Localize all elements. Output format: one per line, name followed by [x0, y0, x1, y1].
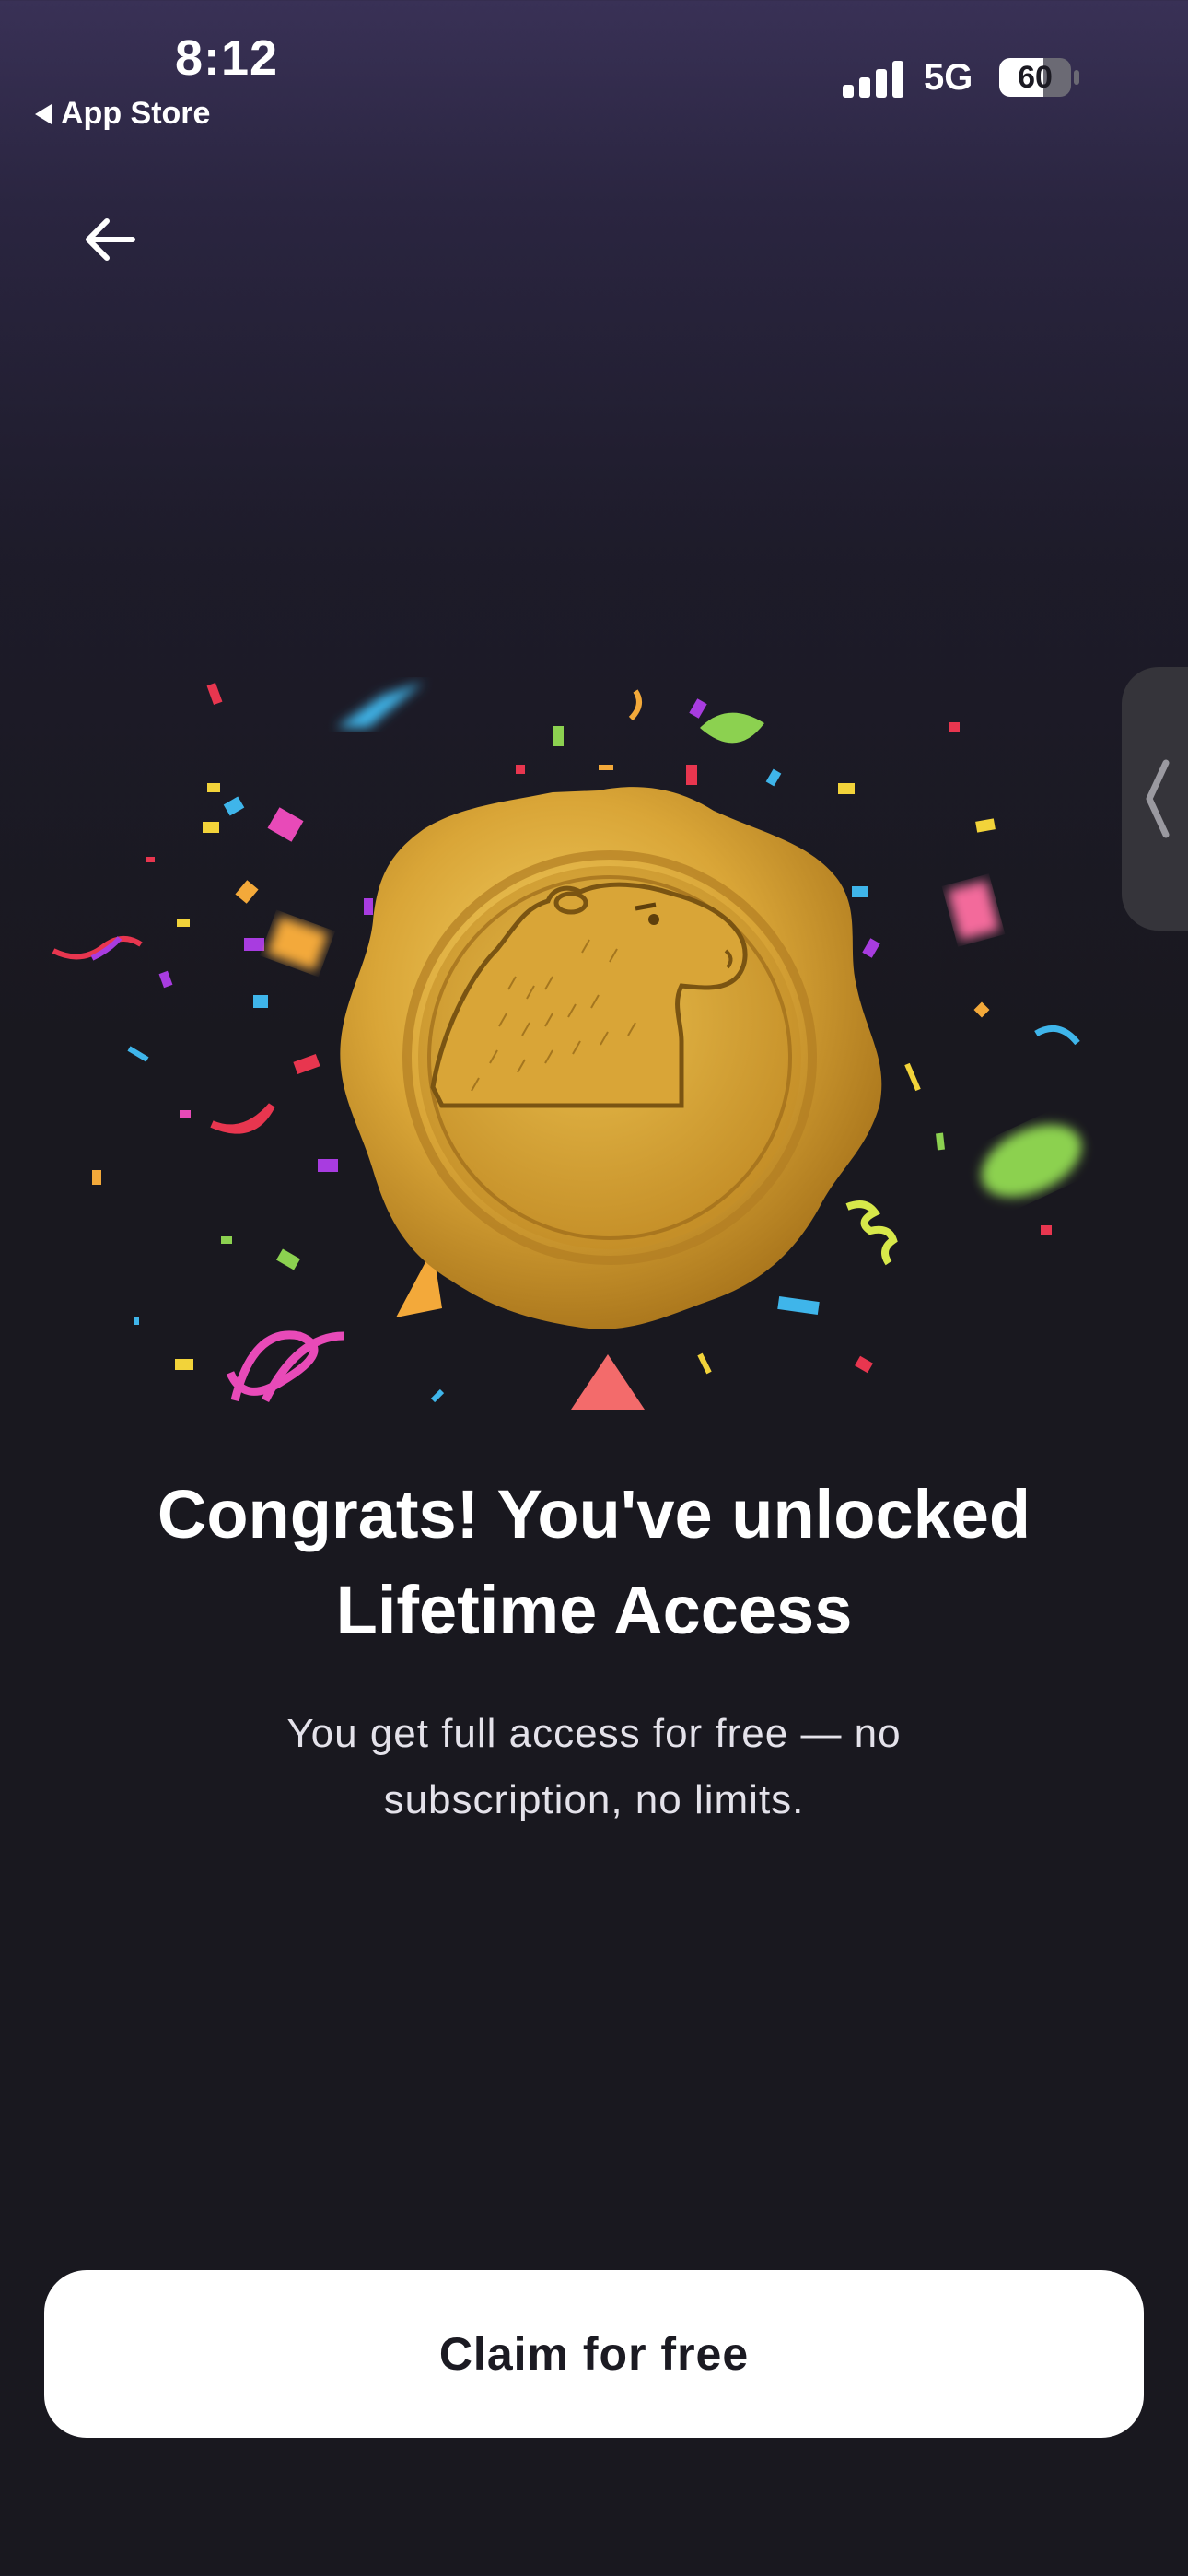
battery-level: 60: [1018, 60, 1053, 95]
status-bar: 8:12 App Store 5G 60: [0, 0, 1188, 147]
back-to-app-store-link[interactable]: App Store: [35, 96, 210, 132]
subtitle-line-1: You get full access for free — no: [286, 1711, 902, 1756]
claim-for-free-button[interactable]: Claim for free: [44, 2270, 1144, 2438]
title-line-2: Lifetime Access: [335, 1572, 853, 1648]
congrats-title: Congrats! You've unlocked Lifetime Acces…: [0, 1467, 1188, 1658]
network-type: 5G: [924, 57, 973, 98]
back-arrow-button[interactable]: [77, 206, 144, 273]
lifetime-badge-illustration: [52, 682, 1082, 1410]
back-to-app-label: App Store: [61, 96, 211, 131]
congrats-subtitle: You get full access for free — no subscr…: [0, 1701, 1188, 1833]
status-time: 8:12: [175, 30, 279, 86]
battery-icon: 60: [998, 57, 1081, 98]
subtitle-line-2: subscription, no limits.: [383, 1777, 805, 1822]
back-triangle-icon: [35, 103, 52, 124]
wax-seal-icon: [340, 787, 882, 1329]
title-line-1: Congrats! You've unlocked: [157, 1476, 1031, 1552]
cellular-signal-icon: [843, 61, 903, 98]
